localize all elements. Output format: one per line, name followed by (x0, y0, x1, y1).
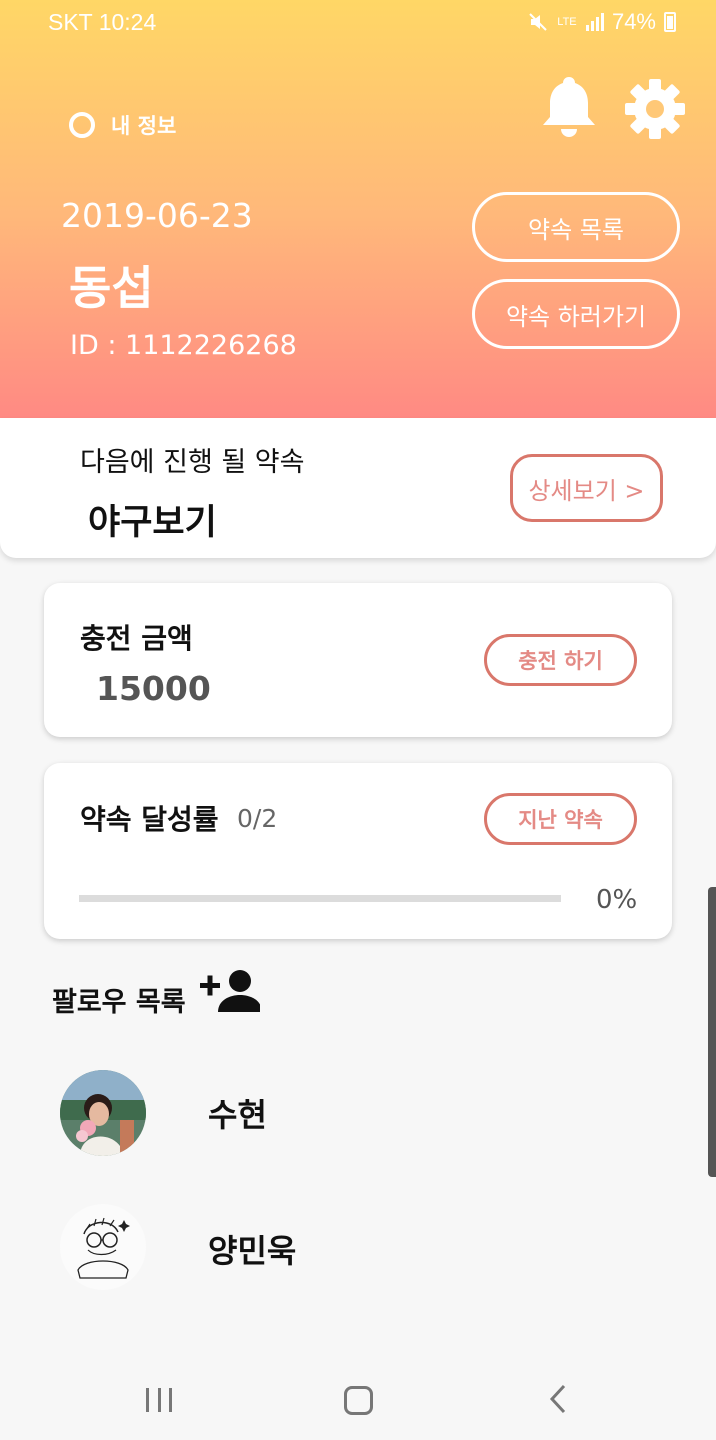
charge-button[interactable]: 충전 하기 (484, 634, 637, 686)
achievement-progress-bar (79, 895, 561, 902)
status-bar: SKT 10:24 LTE 74% (0, 0, 716, 46)
signal-icon (585, 13, 604, 31)
current-date: 2019-06-23 (61, 196, 253, 235)
charge-amount: 15000 (96, 669, 211, 708)
follow-title: 팔로우 목록 (52, 987, 186, 1018)
next-promise-title: 다음에 진행 될 약속 (80, 447, 305, 478)
achievement-percent: 0% (596, 885, 638, 915)
scrollbar[interactable] (708, 887, 716, 1177)
battery-percent: 74% (611, 9, 656, 34)
friend-avatar (60, 1070, 146, 1156)
next-promise-name: 야구보기 (88, 503, 217, 543)
go-promise-button[interactable]: 약속 하러가기 (472, 279, 680, 349)
follow-header: 팔로우 목록 (52, 962, 260, 1019)
home-icon[interactable] (344, 1386, 373, 1415)
battery-icon (664, 12, 676, 32)
friend-name: 양민욱 (208, 1232, 297, 1270)
charge-title: 충전 금액 (80, 622, 193, 655)
achievement-count: 0/2 (237, 804, 278, 833)
friend-item[interactable]: 양민욱 (60, 1204, 296, 1290)
user-id: ID : 1112226268 (70, 330, 297, 361)
my-info-link[interactable]: 내 정보 (69, 110, 176, 140)
gear-icon[interactable] (624, 78, 686, 140)
friend-item[interactable]: 수현 (60, 1070, 267, 1156)
status-carrier-time: SKT 10:24 (48, 9, 157, 35)
detail-button[interactable]: 상세보기 > (510, 454, 663, 522)
mute-icon (528, 12, 548, 32)
friend-avatar (60, 1204, 146, 1290)
next-promise-card: 다음에 진행 될 약속 야구보기 상세보기 > (0, 418, 716, 558)
my-info-label: 내 정보 (111, 114, 177, 138)
recent-apps-icon[interactable] (146, 1388, 172, 1412)
achievement-card: 약속 달성률 0/2 지난 약속 0% (44, 763, 672, 939)
bell-icon[interactable] (540, 75, 598, 137)
past-promises-button[interactable]: 지난 약속 (484, 793, 637, 845)
lte-icon: LTE (557, 16, 577, 28)
system-nav-bar (0, 1350, 716, 1440)
status-icons: LTE 74% (528, 9, 676, 35)
header: SKT 10:24 LTE 74% 내 정보 2019-06-23 동섭 ID … (0, 0, 716, 430)
add-person-icon[interactable] (199, 968, 260, 1014)
achievement-title: 약속 달성률 (80, 803, 219, 836)
profile-circle-icon (69, 112, 95, 138)
promise-list-button[interactable]: 약속 목록 (472, 192, 680, 262)
charge-card: 충전 금액 15000 충전 하기 (44, 583, 672, 737)
user-name: 동섭 (69, 261, 154, 315)
back-icon[interactable] (548, 1384, 568, 1414)
friend-name: 수현 (208, 1096, 267, 1134)
